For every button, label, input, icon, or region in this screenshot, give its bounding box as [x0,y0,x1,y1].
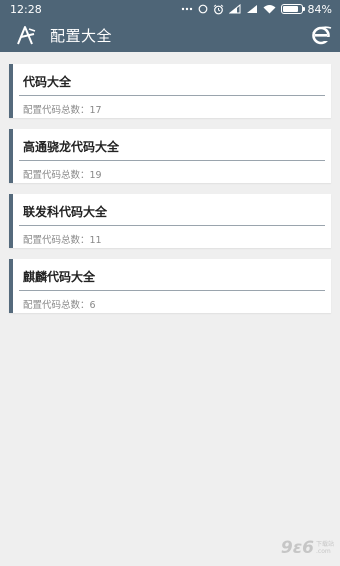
list-item[interactable]: 联发科代码大全 配置代码总数：11 [9,194,331,248]
divider [19,225,325,226]
status-bar: 12:28 84% [0,0,340,18]
list-item-title: 麒麟代码大全 [23,270,96,284]
divider [19,160,325,161]
signal-icon [246,5,257,13]
toolbar: 配置大全 [0,18,340,52]
list-item[interactable]: 高通骁龙代码大全 配置代码总数：19 [9,129,331,183]
app-logo-icon[interactable] [14,23,38,47]
browser-icon[interactable] [310,24,332,46]
status-time: 12:28 [10,2,42,16]
list-item-count: 配置代码总数：17 [23,105,102,116]
battery-percent: 84% [307,2,332,16]
watermark-mark: 9ε6 [280,538,314,558]
wifi-icon [263,5,276,14]
watermark: 9ε6 下载站 .com [281,538,334,558]
list-item-title: 联发科代码大全 [23,205,108,219]
alarm-icon [213,4,223,14]
battery-icon [280,4,306,14]
code-list: 代码大全 配置代码总数：17 高通骁龙代码大全 配置代码总数：19 联发科代码大… [0,52,340,313]
status-icons: 84% [181,3,332,16]
list-item-title: 高通骁龙代码大全 [23,140,120,154]
divider [19,290,325,291]
list-item-count: 配置代码总数：19 [23,170,102,181]
divider [19,95,325,96]
signal-icon [228,4,241,14]
page-title: 配置大全 [50,26,113,45]
data-saver-icon [198,4,207,14]
list-item-count: 配置代码总数：6 [23,300,96,311]
watermark-line1: 下载站 [315,541,334,548]
more-icon [181,7,192,11]
list-item-count: 配置代码总数：11 [23,235,102,246]
list-item-title: 代码大全 [23,75,72,89]
list-item[interactable]: 麒麟代码大全 配置代码总数：6 [9,259,331,313]
list-item[interactable]: 代码大全 配置代码总数：17 [9,64,331,118]
watermark-text: 下载站 .com [316,541,334,555]
watermark-line2: .com [315,548,331,555]
